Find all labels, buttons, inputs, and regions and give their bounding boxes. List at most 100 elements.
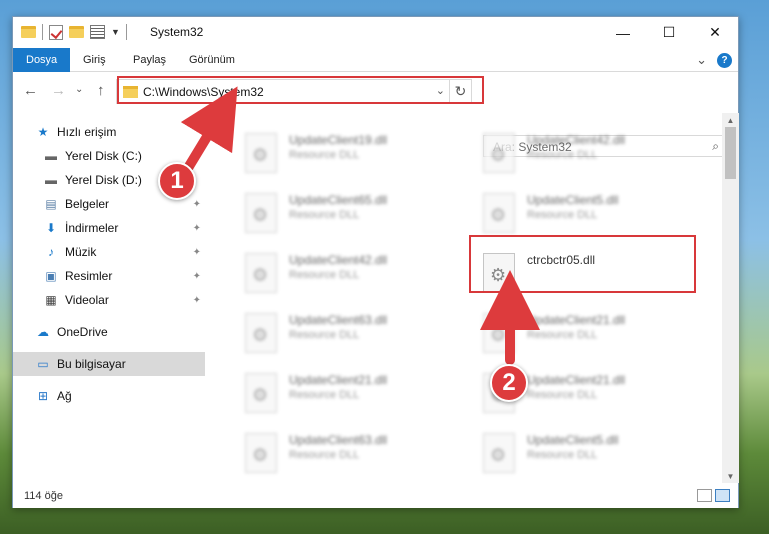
file-type: Resource DLL — [289, 389, 360, 401]
dll-file-icon: ⚙ — [245, 253, 277, 293]
file-type: Resource DLL — [289, 449, 360, 461]
cloud-icon: ☁ — [37, 325, 49, 339]
file-item[interactable]: ⚙ UpdateClient21.dll Resource DLL — [461, 307, 691, 359]
quick-access-toolbar: ▼ — [21, 24, 127, 40]
new-folder-icon[interactable] — [69, 26, 84, 38]
sidebar-item[interactable]: ★ Hızlı erişim — [13, 120, 205, 144]
tab-share[interactable]: Paylaş — [121, 48, 178, 72]
ribbon-tabs: Dosya Giriş Paylaş Görünüm ⌄ ? — [13, 48, 738, 72]
properties-check-icon[interactable] — [49, 24, 63, 40]
recent-locations-chevron-down-icon[interactable]: ⌄ — [75, 84, 83, 95]
sidebar-item[interactable]: ⬇ İndirmeler ✦ — [13, 216, 205, 240]
file-type: Resource DLL — [527, 449, 598, 461]
title-bar: ▼ System32 — ☐ ✕ — [13, 17, 738, 48]
sidebar-item-label: Müzik — [65, 245, 97, 259]
dll-file-icon: ⚙ — [245, 133, 277, 173]
dll-file-icon: ⚙ — [245, 433, 277, 473]
sidebar-item[interactable]: ⊞ Ağ — [13, 384, 205, 408]
scrollbar-thumb[interactable] — [725, 127, 736, 179]
file-name: UpdateClient21.dll — [527, 373, 626, 387]
step-2-badge: 2 — [490, 364, 528, 402]
step-1-badge: 1 — [158, 162, 196, 200]
close-button[interactable]: ✕ — [692, 17, 738, 48]
gear-icon: ⚙ — [490, 145, 507, 165]
file-type: Resource DLL — [527, 389, 598, 401]
sidebar-item-label: Resimler — [65, 269, 113, 283]
sidebar-item[interactable]: ▭ Bu bilgisayar — [13, 352, 205, 376]
file-item[interactable]: ⚙ UpdateClient63.dll Resource DLL — [223, 307, 453, 359]
details-view-icon[interactable] — [697, 489, 712, 502]
sidebar-item-label: Yerel Disk (C:) — [65, 149, 142, 163]
window-title: System32 — [150, 25, 204, 39]
scroll-up-icon[interactable]: ▲ — [722, 113, 739, 127]
sidebar-item-label: Videolar — [65, 293, 109, 307]
forward-arrow-icon[interactable]: → — [51, 82, 66, 99]
sidebar-item-label: Yerel Disk (D:) — [65, 173, 142, 187]
pin-icon[interactable]: ✦ — [193, 295, 201, 306]
tab-file[interactable]: Dosya — [13, 48, 71, 72]
expand-ribbon-chevron-down-icon[interactable]: ⌄ — [696, 52, 707, 68]
sidebar-item-label: Ağ — [57, 389, 72, 403]
pin-icon[interactable]: ✦ — [193, 247, 201, 258]
gear-icon: ⚙ — [252, 325, 269, 345]
window-controls: — ☐ ✕ — [600, 17, 738, 48]
file-name: UpdateClient5.dll — [527, 193, 619, 207]
file-item[interactable]: ⚙ UpdateClient5.dll Resource DLL — [461, 187, 691, 239]
vertical-scrollbar[interactable]: ▲ ▼ — [722, 113, 739, 483]
scroll-down-icon[interactable]: ▼ — [722, 469, 739, 483]
file-name: UpdateClient21.dll — [527, 313, 626, 327]
sidebar-item[interactable]: ♪ Müzik ✦ — [13, 240, 205, 264]
gear-icon: ⚙ — [252, 445, 269, 465]
computer-icon: ▭ — [37, 357, 49, 371]
file-item[interactable]: ⚙ UpdateClient63.dll Resource DLL — [223, 427, 453, 479]
gear-icon: ⚙ — [252, 145, 269, 165]
file-item[interactable]: ⚙ UpdateClient21.dll Resource DLL — [223, 367, 453, 419]
divider — [125, 24, 127, 40]
file-name: UpdateClient5.dll — [527, 433, 619, 447]
pictures-icon: ▣ — [45, 269, 57, 283]
file-type: Resource DLL — [289, 149, 360, 161]
pin-icon[interactable]: ✦ — [193, 199, 201, 210]
item-count: 114 öğe — [24, 490, 63, 502]
drive-icon: ▬ — [45, 149, 57, 163]
file-type: Resource DLL — [527, 329, 598, 341]
file-item[interactable]: ⚙ UpdateClient42.dll Resource DLL — [461, 127, 691, 179]
selected-file-highlight — [469, 235, 696, 293]
gear-icon: ⚙ — [252, 265, 269, 285]
file-type: Resource DLL — [289, 269, 360, 281]
file-item[interactable]: ⚙ UpdateClient42.dll Resource DLL — [223, 247, 453, 299]
dll-file-icon: ⚙ — [483, 313, 515, 353]
help-icon[interactable]: ? — [717, 52, 732, 68]
file-explorer-window: ▼ System32 — ☐ ✕ Dosya Giriş Paylaş Görü… — [12, 16, 739, 508]
gear-icon: ⚙ — [252, 205, 269, 225]
file-type: Resource DLL — [289, 209, 360, 221]
tab-home[interactable]: Giriş — [71, 48, 118, 72]
network-icon: ⊞ — [37, 389, 49, 403]
file-item[interactable]: ⚙ UpdateClient65.dll Resource DLL — [223, 187, 453, 239]
customize-toolbar-chevron-down-icon[interactable]: ▼ — [111, 27, 120, 37]
tab-view[interactable]: Görünüm — [177, 48, 247, 72]
gear-icon: ⚙ — [490, 205, 507, 225]
pin-icon[interactable]: ✦ — [193, 223, 201, 234]
file-item[interactable]: ⚙ UpdateClient19.dll Resource DLL — [223, 127, 453, 179]
properties-icon[interactable] — [90, 25, 105, 39]
sidebar-item[interactable]: ☁ OneDrive — [13, 320, 205, 344]
back-arrow-icon[interactable]: ← — [23, 82, 38, 99]
drive-icon: ▬ — [45, 173, 57, 187]
file-name: UpdateClient42.dll — [289, 253, 388, 267]
maximize-button[interactable]: ☐ — [646, 17, 692, 48]
minimize-button[interactable]: — — [600, 17, 646, 48]
gear-icon: ⚙ — [252, 385, 269, 405]
sidebar-item-label: Belgeler — [65, 197, 110, 211]
download-icon: ⬇ — [45, 221, 57, 235]
up-arrow-icon[interactable]: ↑ — [97, 82, 105, 99]
sidebar-item[interactable]: ▦ Videolar ✦ — [13, 288, 205, 312]
large-icons-view-icon[interactable] — [715, 489, 730, 502]
file-name: UpdateClient19.dll — [289, 133, 388, 147]
dll-file-icon: ⚙ — [483, 433, 515, 473]
sidebar-item[interactable]: ▣ Resimler ✦ — [13, 264, 205, 288]
file-item[interactable]: ⚙ UpdateClient5.dll Resource DLL — [461, 427, 691, 479]
file-name: UpdateClient42.dll — [527, 133, 626, 147]
view-toggle — [697, 489, 730, 502]
pin-icon[interactable]: ✦ — [193, 271, 201, 282]
